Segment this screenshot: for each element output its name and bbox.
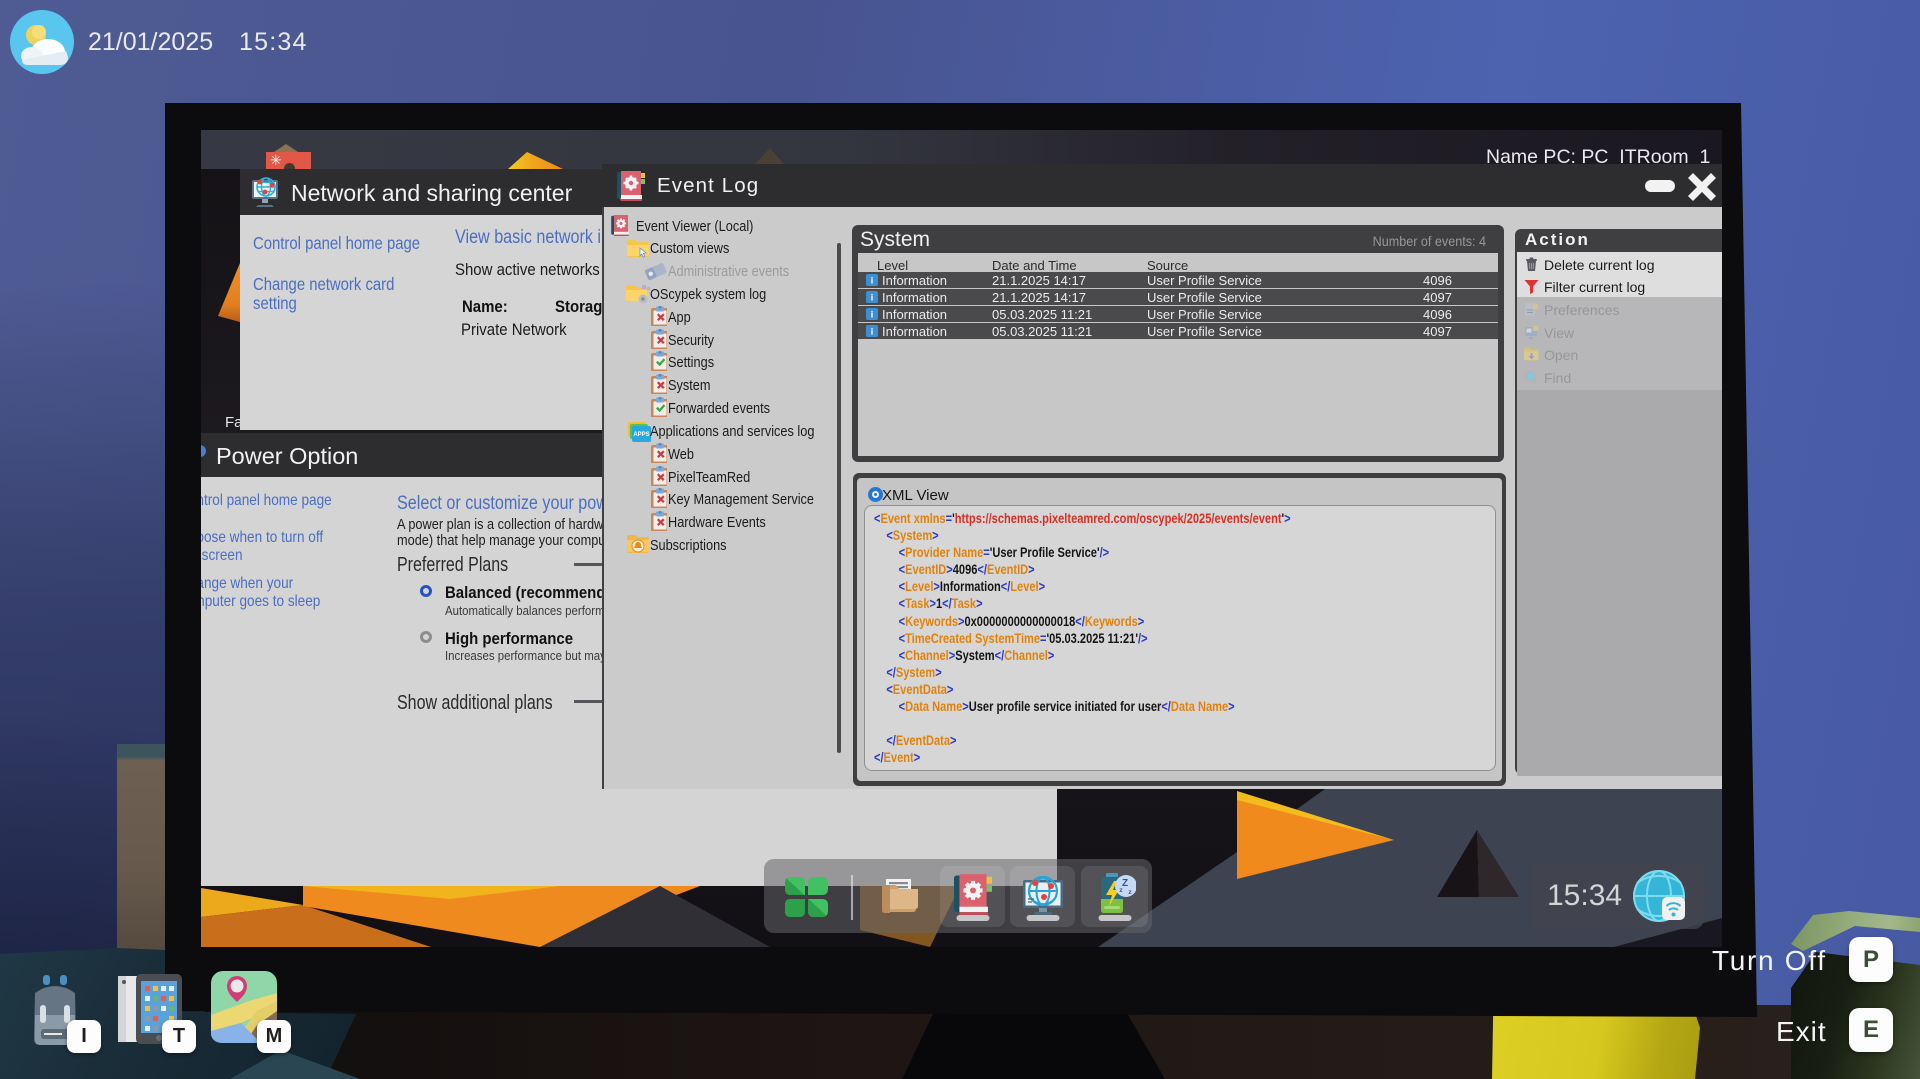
svg-text:APPS: APPS [633,432,649,438]
svg-text:i: i [871,310,874,320]
svg-text:i: i [871,327,874,337]
svg-text:i: i [871,276,874,286]
svg-text:Z: Z [1122,878,1128,889]
svg-text:i: i [871,293,874,303]
